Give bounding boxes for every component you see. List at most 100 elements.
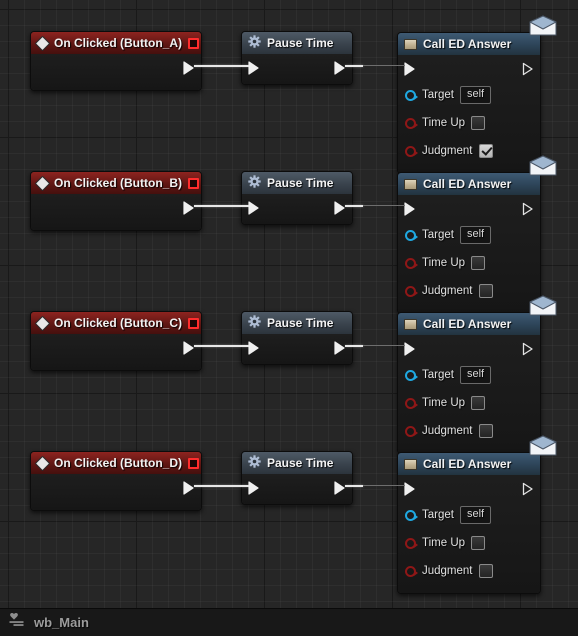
gear-icon	[248, 175, 261, 191]
delegate-pin[interactable]	[188, 457, 199, 469]
exec-input-pin[interactable]	[404, 482, 416, 496]
gear-icon	[248, 455, 261, 471]
exec-output-pin[interactable]	[522, 62, 534, 76]
bool-checkbox[interactable]	[471, 396, 486, 410]
pause-time-node-label: Pause Time	[267, 176, 334, 190]
pause-time-node-body	[242, 334, 352, 364]
bool-checkbox[interactable]	[478, 284, 493, 298]
exec-output-pin[interactable]	[183, 481, 195, 495]
event-node[interactable]: On Clicked (Button_B)	[30, 171, 202, 231]
object-pin-icon[interactable]	[405, 369, 418, 381]
event-node[interactable]: On Clicked (Button_C)	[30, 311, 202, 371]
target-self-value[interactable]: self	[459, 366, 492, 384]
pause-time-node-body	[242, 474, 352, 504]
bool-pin-icon[interactable]	[405, 425, 418, 437]
exec-output-pin[interactable]	[334, 61, 346, 75]
object-pin-icon[interactable]	[405, 509, 418, 521]
pin-row-bool: Judgment	[398, 557, 540, 585]
event-node-title: On Clicked (Button_D)	[31, 452, 201, 474]
delegate-pin[interactable]	[188, 317, 199, 329]
object-pin-icon[interactable]	[405, 89, 418, 101]
pause-time-node[interactable]: Pause Time	[241, 171, 353, 225]
exec-input-pin[interactable]	[248, 61, 260, 75]
exec-wire	[363, 345, 405, 346]
exec-input-pin[interactable]	[404, 342, 416, 356]
pin-label: Judgment	[422, 565, 473, 577]
bool-checkbox[interactable]	[478, 424, 493, 438]
pause-time-node[interactable]: Pause Time	[241, 311, 353, 365]
bool-checkbox[interactable]	[478, 564, 493, 578]
event-node[interactable]: On Clicked (Button_A)	[30, 31, 202, 91]
exec-input-pin[interactable]	[404, 62, 416, 76]
exec-output-pin[interactable]	[334, 341, 346, 355]
delegate-pin[interactable]	[188, 177, 199, 189]
bool-checkbox[interactable]	[471, 536, 486, 550]
target-self-value[interactable]: self	[459, 506, 492, 524]
pin-row-target: Target self	[398, 221, 540, 249]
bool-checkbox[interactable]	[478, 144, 493, 158]
exec-input-pin[interactable]	[248, 201, 260, 215]
pin-label: Target	[422, 229, 454, 241]
exec-output-pin[interactable]	[334, 481, 346, 495]
exec-input-pin[interactable]	[248, 341, 260, 355]
event-node-label: On Clicked (Button_B)	[54, 176, 182, 190]
pin-label: Target	[422, 89, 454, 101]
pause-time-node[interactable]: Pause Time	[241, 31, 353, 85]
object-pin-icon[interactable]	[405, 229, 418, 241]
pause-time-node[interactable]: Pause Time	[241, 451, 353, 505]
exec-wire	[194, 205, 249, 207]
exec-wire	[363, 65, 405, 66]
call-function-node[interactable]: Call ED Answer Target self Time Up Judgment	[397, 155, 557, 314]
blueprint-graph-canvas[interactable]: On Clicked (Button_A) Pause Time Call ED A…	[0, 0, 578, 608]
exec-row	[398, 335, 540, 361]
call-function-node-label: Call ED Answer	[423, 177, 512, 191]
status-bar-label: wb_Main	[34, 615, 89, 630]
exec-output-pin[interactable]	[522, 342, 534, 356]
pause-time-node-label: Pause Time	[267, 456, 334, 470]
event-node-body	[31, 334, 201, 370]
exec-wire	[345, 65, 363, 67]
exec-input-pin[interactable]	[404, 202, 416, 216]
target-self-value[interactable]: self	[459, 226, 492, 244]
bool-checkbox[interactable]	[471, 116, 486, 130]
pin-label: Judgment	[422, 285, 473, 297]
call-function-node[interactable]: Call ED Answer Target self Time Up Judgment	[397, 295, 557, 454]
pin-row-bool: Time Up	[398, 109, 540, 137]
exec-wire	[194, 65, 249, 67]
event-node[interactable]: On Clicked (Button_D)	[30, 451, 202, 511]
pause-time-node-body	[242, 54, 352, 84]
blueprint-editor: On Clicked (Button_A) Pause Time Call ED A…	[0, 0, 578, 636]
pause-time-node-label: Pause Time	[267, 36, 334, 50]
exec-output-pin[interactable]	[183, 61, 195, 75]
call-function-node[interactable]: Call ED Answer Target self Time Up Judgment	[397, 15, 557, 174]
bool-pin-icon[interactable]	[405, 117, 418, 129]
exec-output-pin[interactable]	[183, 201, 195, 215]
bool-pin-icon[interactable]	[405, 397, 418, 409]
exec-output-pin[interactable]	[522, 482, 534, 496]
delegate-pin[interactable]	[188, 37, 199, 49]
call-function-node[interactable]: Call ED Answer Target self Time Up Judgment	[397, 435, 557, 594]
pin-row-bool: Judgment	[398, 137, 540, 165]
exec-row	[398, 475, 540, 501]
call-function-node-title: Call ED Answer	[398, 313, 540, 335]
pin-label: Judgment	[422, 145, 473, 157]
exec-wire	[194, 345, 249, 347]
exec-input-pin[interactable]	[248, 481, 260, 495]
bool-pin-icon[interactable]	[405, 257, 418, 269]
bool-pin-icon[interactable]	[405, 565, 418, 577]
target-self-value[interactable]: self	[459, 86, 492, 104]
exec-output-pin[interactable]	[522, 202, 534, 216]
bool-pin-icon[interactable]	[405, 285, 418, 297]
bool-checkbox[interactable]	[471, 256, 486, 270]
exec-output-pin[interactable]	[183, 341, 195, 355]
call-function-node-body: Target self Time Up Judgment	[398, 475, 540, 593]
widget-blueprint-icon	[8, 612, 26, 633]
exec-output-pin[interactable]	[334, 201, 346, 215]
function-icon	[404, 178, 417, 190]
gear-icon	[248, 35, 261, 51]
event-node-label: On Clicked (Button_D)	[54, 456, 182, 470]
pause-time-node-title: Pause Time	[242, 312, 352, 334]
bool-pin-icon[interactable]	[405, 537, 418, 549]
bool-pin-icon[interactable]	[405, 145, 418, 157]
event-node-title: On Clicked (Button_C)	[31, 312, 201, 334]
